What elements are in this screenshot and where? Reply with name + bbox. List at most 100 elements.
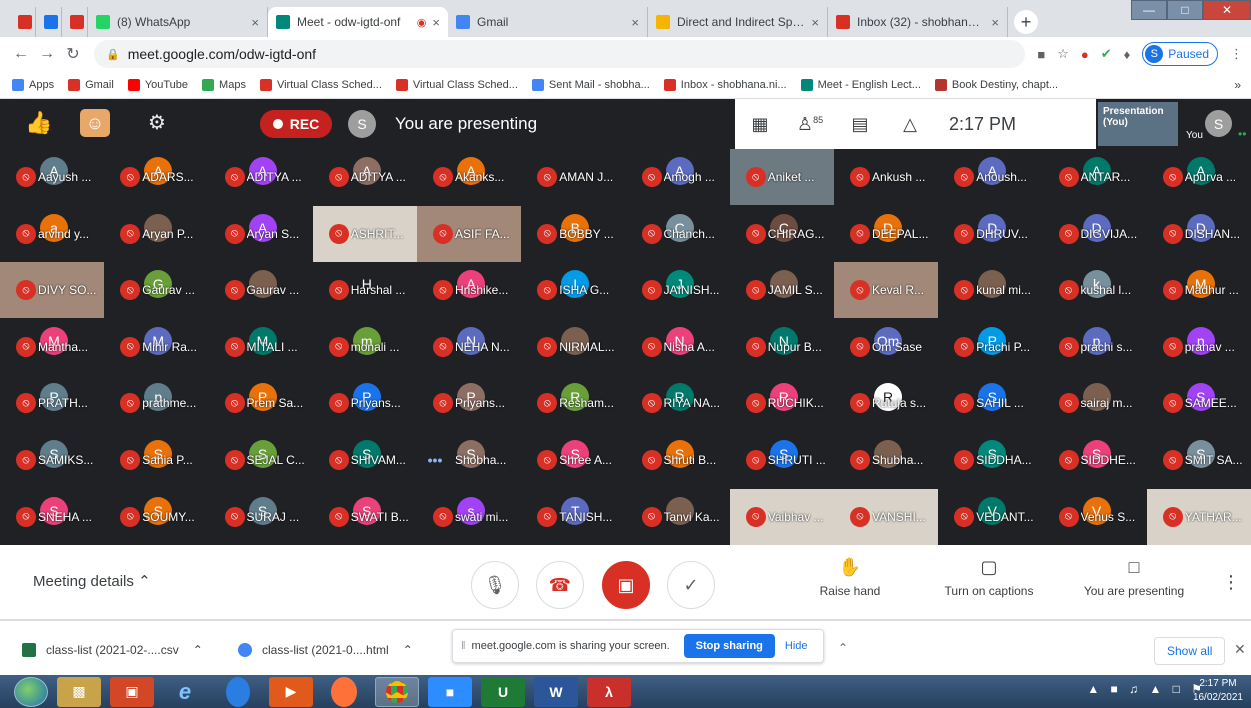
participant-tile[interactable]: N ⦸ Nisha A... <box>626 319 730 375</box>
participant-tile[interactable]: R ⦸ Rutuja s... <box>834 375 938 431</box>
participant-tile[interactable]: p ⦸ pranav ... <box>1147 319 1251 375</box>
participant-tile[interactable]: A ⦸ Hrishike... <box>417 262 521 318</box>
participant-tile[interactable]: D ⦸ DIGVIJA... <box>1043 206 1147 262</box>
participant-tile[interactable]: S ⦸ SURAJ ... <box>209 489 313 545</box>
participant-tile[interactable]: S ⦸ SEJAL C... <box>209 432 313 488</box>
word-icon[interactable]: W <box>534 676 578 707</box>
more-options-icon[interactable]: ⋮ <box>1222 572 1240 593</box>
present-button[interactable]: □ You are presenting <box>1076 557 1192 598</box>
participant-tile[interactable]: J ⦸ JAINISH... <box>626 262 730 318</box>
stop-sharing-button[interactable]: Stop sharing <box>683 634 775 658</box>
camera-icon[interactable]: ■ <box>1037 47 1045 62</box>
participant-tile[interactable]: H ⦸ Harshal ... <box>313 262 417 318</box>
browser-tab[interactable] <box>62 7 88 37</box>
participant-tile[interactable]: k ⦸ kushal l... <box>1043 262 1147 318</box>
participant-tile[interactable]: ⦸ AMAN J... <box>521 149 625 205</box>
bookmark-item[interactable]: Virtual Class Sched... <box>395 78 518 91</box>
chevron-up-icon[interactable]: ⌃ <box>403 643 413 657</box>
end-call-button[interactable]: ☎ <box>536 561 584 609</box>
people-icon[interactable]: ♙85 <box>785 114 835 135</box>
participant-tile[interactable]: N ⦸ Nupur B... <box>730 319 834 375</box>
participant-tile[interactable]: m ⦸ monali ... <box>313 319 417 375</box>
browser-tab[interactable]: (8) WhatsApp × <box>88 7 268 37</box>
bookmark-item[interactable]: Gmail <box>68 78 114 91</box>
participant-tile[interactable]: A ⦸ Aayush ... <box>0 149 104 205</box>
gear-icon[interactable]: ⚙ <box>148 110 166 135</box>
zoom-icon[interactable]: ■ <box>428 676 472 707</box>
camera-button[interactable]: ▣ <box>602 561 650 609</box>
bookmark-item[interactable]: YouTube <box>127 78 188 91</box>
participant-tile[interactable]: S ⦸ Shree A... <box>521 432 625 488</box>
participant-tile[interactable]: ⦸ sairaj m... <box>1043 375 1147 431</box>
bookmark-item[interactable]: Sent Mail - shobha... <box>531 78 650 91</box>
presentation-thumbnail[interactable]: Presentation (You) <box>1098 102 1178 146</box>
browser-tab[interactable]: Meet - odw-igtd-onf ◉ × <box>268 7 448 37</box>
browser-tab[interactable] <box>10 7 36 37</box>
participant-tile[interactable]: ⦸ ASIF FA... <box>417 205 521 262</box>
participant-tile[interactable]: M ⦸ Mantha... <box>0 319 104 375</box>
acrobat-icon[interactable]: λ <box>587 676 631 707</box>
bookmark-item[interactable]: Apps <box>12 78 54 91</box>
extension-icon[interactable]: ● <box>1081 47 1089 62</box>
participant-tile[interactable]: A ⦸ Anoush... <box>938 149 1042 205</box>
captions-button[interactable]: ▢ Turn on captions <box>934 557 1044 598</box>
participant-tile[interactable]: S ⦸ SNEHA ... <box>0 489 104 545</box>
participant-tile[interactable]: S ⦸ Shruti B... <box>626 432 730 488</box>
participant-tile[interactable]: Om ⦸ Om Sase <box>834 319 938 375</box>
more-dots-icon[interactable]: •• <box>1238 127 1246 141</box>
participant-tile[interactable]: S ⦸ SIDDHA... <box>938 432 1042 488</box>
participant-tile[interactable]: T ⦸ TANISH... <box>521 489 625 545</box>
participant-tile[interactable]: ⦸ Keval R... <box>834 262 938 319</box>
browser-tab[interactable] <box>36 7 62 37</box>
participant-tile[interactable]: P ⦸ PRATH... <box>0 375 104 431</box>
participant-tile[interactable]: ⦸ DIVY SO... <box>0 262 104 319</box>
chat-icon[interactable]: ▤ <box>835 114 885 135</box>
bookmark-item[interactable]: Maps <box>202 78 246 91</box>
new-tab-button[interactable]: + <box>1014 10 1038 34</box>
participant-tile[interactable]: S ⦸ SMIT SA... <box>1147 432 1251 488</box>
participant-tile[interactable]: ⦸ Shubha... <box>834 432 938 488</box>
participant-tile[interactable]: s ⦸ swati mi... <box>417 489 521 545</box>
hide-button[interactable]: Hide <box>785 640 808 652</box>
menu-icon[interactable]: ⋮ <box>1230 46 1243 62</box>
participant-tile[interactable]: p ⦸ prathme... <box>104 375 208 431</box>
chevron-up-icon[interactable]: ⌃ <box>193 643 203 657</box>
participant-tile[interactable]: P ⦸ Priyans... <box>313 375 417 431</box>
taskbar-clock[interactable]: 2:17 PM 16/02/2021 <box>1193 677 1243 705</box>
close-tab-icon[interactable]: × <box>991 15 999 30</box>
firefox-icon[interactable] <box>331 676 357 707</box>
participant-tile[interactable]: ⦸ YATHAR... <box>1146 488 1251 545</box>
participant-tile[interactable]: p ⦸ prachi s... <box>1043 319 1147 375</box>
participant-tile[interactable]: a ⦸ arvind y... <box>0 206 104 262</box>
start-button[interactable] <box>14 676 48 707</box>
participant-tile[interactable]: ⦸ Aryan P... <box>104 206 208 262</box>
reload-icon[interactable]: ↻ <box>60 44 86 64</box>
check-extension-icon[interactable]: ✔ <box>1101 46 1112 62</box>
participant-tile[interactable]: S ⦸ Sahia P... <box>104 432 208 488</box>
recording-badge[interactable]: REC <box>260 110 332 138</box>
participant-tile[interactable]: S ⦸ SAHIL ... <box>938 375 1042 431</box>
bookmark-item[interactable]: Inbox - shobhana.ni... <box>663 78 787 91</box>
participant-tile[interactable]: R ⦸ RIYA NA... <box>626 375 730 431</box>
close-tab-icon[interactable]: × <box>251 15 259 30</box>
participant-tile[interactable]: ⦸ Aniket ... <box>729 149 834 205</box>
close-tab-icon[interactable]: × <box>811 15 819 30</box>
participant-tile[interactable]: S ⦸ SHIVAM... <box>313 432 417 488</box>
utorrent-icon[interactable]: U <box>481 676 525 707</box>
participant-tile[interactable]: S ••• Shobha... <box>417 432 521 488</box>
participant-tile[interactable]: A ⦸ Akanks... <box>417 149 521 205</box>
participant-tile[interactable]: P ⦸ Prachi P... <box>938 319 1042 375</box>
mic-button[interactable]: 🎙 <box>471 561 519 609</box>
participant-tile[interactable]: ⦸ Tanvi Ka... <box>626 489 730 545</box>
participant-tile[interactable]: ⦸ NIRMAL... <box>521 319 625 375</box>
participant-tile[interactable]: A ⦸ Aryan S... <box>209 206 313 262</box>
star-icon[interactable]: ☆ <box>1057 46 1069 62</box>
office-icon[interactable]: ▣ <box>110 676 154 707</box>
participant-tile[interactable]: M ⦸ MITALI ... <box>209 319 313 375</box>
url-field[interactable]: 🔒 meet.google.com/odw-igtd-onf <box>94 40 1026 68</box>
chromium-icon[interactable] <box>226 676 250 707</box>
activities-icon[interactable]: △ <box>885 114 935 135</box>
bookmark-item[interactable]: Meet - English Lect... <box>800 78 921 91</box>
chevron-up-icon[interactable]: ⌃ <box>838 641 848 655</box>
participant-tile[interactable]: N ⦸ NEHA N... <box>417 319 521 375</box>
